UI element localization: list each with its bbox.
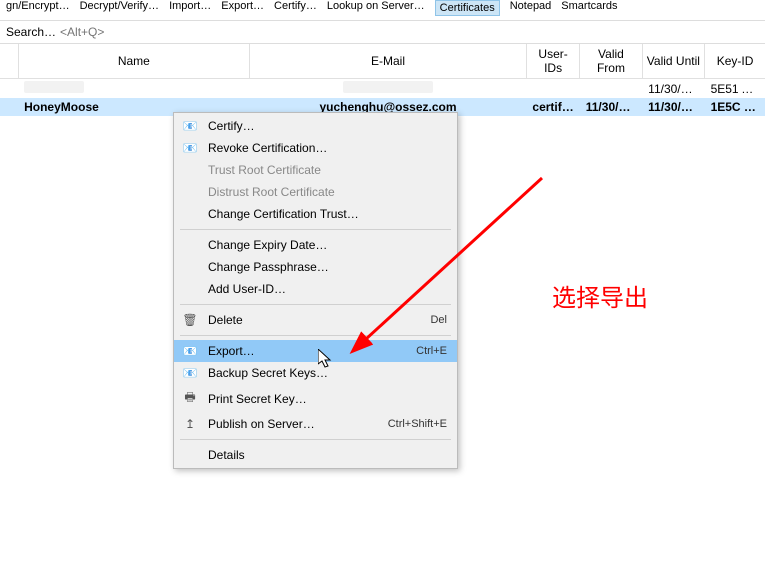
search-input[interactable]	[60, 25, 759, 39]
cell-email	[250, 79, 527, 99]
menu-label: Trust Root Certificate	[208, 163, 447, 177]
cell-keyid: 5E51 AA5	[705, 79, 765, 99]
delete-icon: 🗑	[180, 313, 200, 327]
col-userids[interactable]: User-IDs	[526, 44, 579, 79]
menu-shortcut: Ctrl+E	[416, 345, 447, 357]
search-label: Search…	[6, 25, 56, 39]
toolbar-item-sign-encrypt[interactable]: gn/Encrypt…	[6, 0, 70, 16]
menu-label: Change Expiry Date…	[208, 238, 447, 252]
col-keyid[interactable]: Key-ID	[705, 44, 765, 79]
menu-label: Change Passphrase…	[208, 260, 447, 274]
cell-valid-until: 11/30/2…	[642, 98, 704, 116]
menu-item-change-expiry[interactable]: Change Expiry Date…	[174, 234, 457, 256]
toolbar-item-smartcards[interactable]: Smartcards	[561, 0, 617, 16]
cell-valid-from	[580, 79, 642, 99]
menu-label: Delete	[208, 313, 422, 327]
menu-label: Publish on Server…	[208, 417, 380, 431]
menu-item-print-secret-key[interactable]: 🖶 Print Secret Key…	[174, 384, 457, 413]
toolbar-item-decrypt-verify[interactable]: Decrypt/Verify…	[80, 0, 159, 16]
search-row: Search…	[0, 21, 765, 44]
revoke-icon: 📧	[180, 141, 200, 155]
menu-label: Backup Secret Keys…	[208, 366, 447, 380]
menu-label: Details	[208, 448, 447, 462]
menu-item-export[interactable]: 📧 Export… Ctrl+E	[174, 340, 457, 362]
table-row[interactable]: 11/30/2… 5E51 AA5	[0, 79, 765, 99]
menu-label: Revoke Certification…	[208, 141, 447, 155]
col-expand[interactable]	[0, 44, 18, 79]
menu-item-details[interactable]: Details	[174, 444, 457, 466]
menu-separator	[180, 229, 451, 230]
menu-item-certify[interactable]: 📧 Certify…	[174, 115, 457, 137]
toolbar-item-certify[interactable]: Certify…	[274, 0, 317, 16]
menu-item-add-userid[interactable]: Add User-ID…	[174, 278, 457, 300]
publish-icon: ↥	[180, 417, 200, 431]
menu-label: Print Secret Key…	[208, 392, 447, 406]
toolbar-item-export[interactable]: Export…	[221, 0, 264, 16]
menu-item-change-passphrase[interactable]: Change Passphrase…	[174, 256, 457, 278]
cell-valid-from: 11/30/2…	[580, 98, 642, 116]
menu-item-change-cert-trust[interactable]: Change Certification Trust…	[174, 203, 457, 225]
col-email[interactable]: E-Mail	[250, 44, 527, 79]
toolbar-item-lookup[interactable]: Lookup on Server…	[327, 0, 425, 16]
menu-item-backup-secret-keys[interactable]: 📧 Backup Secret Keys…	[174, 362, 457, 384]
table-header-row: Name E-Mail User-IDs Valid From Valid Un…	[0, 44, 765, 79]
cell-valid-until: 11/30/2…	[642, 79, 704, 99]
col-valid-until[interactable]: Valid Until	[642, 44, 704, 79]
menu-label: Export…	[208, 344, 408, 358]
menu-item-distrust-root: Distrust Root Certificate	[174, 181, 457, 203]
menu-item-delete[interactable]: 🗑 Delete Del	[174, 309, 457, 331]
cell-userids: certified	[526, 98, 579, 116]
menu-item-publish-on-server[interactable]: ↥ Publish on Server… Ctrl+Shift+E	[174, 413, 457, 435]
certify-icon: 📧	[180, 119, 200, 133]
menu-item-trust-root: Trust Root Certificate	[174, 159, 457, 181]
backup-icon: 📧	[180, 366, 200, 380]
menu-separator	[180, 439, 451, 440]
menu-shortcut: Del	[430, 314, 447, 326]
cell-keyid: 1E5C BEF	[705, 98, 765, 116]
menu-label: Add User-ID…	[208, 282, 447, 296]
toolbar: gn/Encrypt… Decrypt/Verify… Import… Expo…	[0, 0, 765, 21]
col-valid-from[interactable]: Valid From	[580, 44, 642, 79]
context-menu: 📧 Certify… 📧 Revoke Certification… Trust…	[173, 112, 458, 469]
cell-name	[18, 79, 250, 99]
menu-label: Change Certification Trust…	[208, 207, 447, 221]
toolbar-item-certificates[interactable]: Certificates	[435, 0, 500, 16]
export-icon: 📧	[180, 344, 200, 358]
menu-label: Distrust Root Certificate	[208, 185, 447, 199]
menu-separator	[180, 304, 451, 305]
col-name[interactable]: Name	[18, 44, 250, 79]
menu-shortcut: Ctrl+Shift+E	[388, 418, 447, 430]
menu-label: Certify…	[208, 119, 447, 133]
toolbar-item-notepad[interactable]: Notepad	[510, 0, 552, 16]
certificate-table: Name E-Mail User-IDs Valid From Valid Un…	[0, 44, 765, 116]
print-icon: 🖶	[180, 388, 200, 409]
toolbar-item-import[interactable]: Import…	[169, 0, 211, 16]
menu-item-revoke-certification[interactable]: 📧 Revoke Certification…	[174, 137, 457, 159]
menu-separator	[180, 335, 451, 336]
cell-userids	[526, 79, 579, 99]
annotation-text: 选择导出	[552, 278, 648, 313]
